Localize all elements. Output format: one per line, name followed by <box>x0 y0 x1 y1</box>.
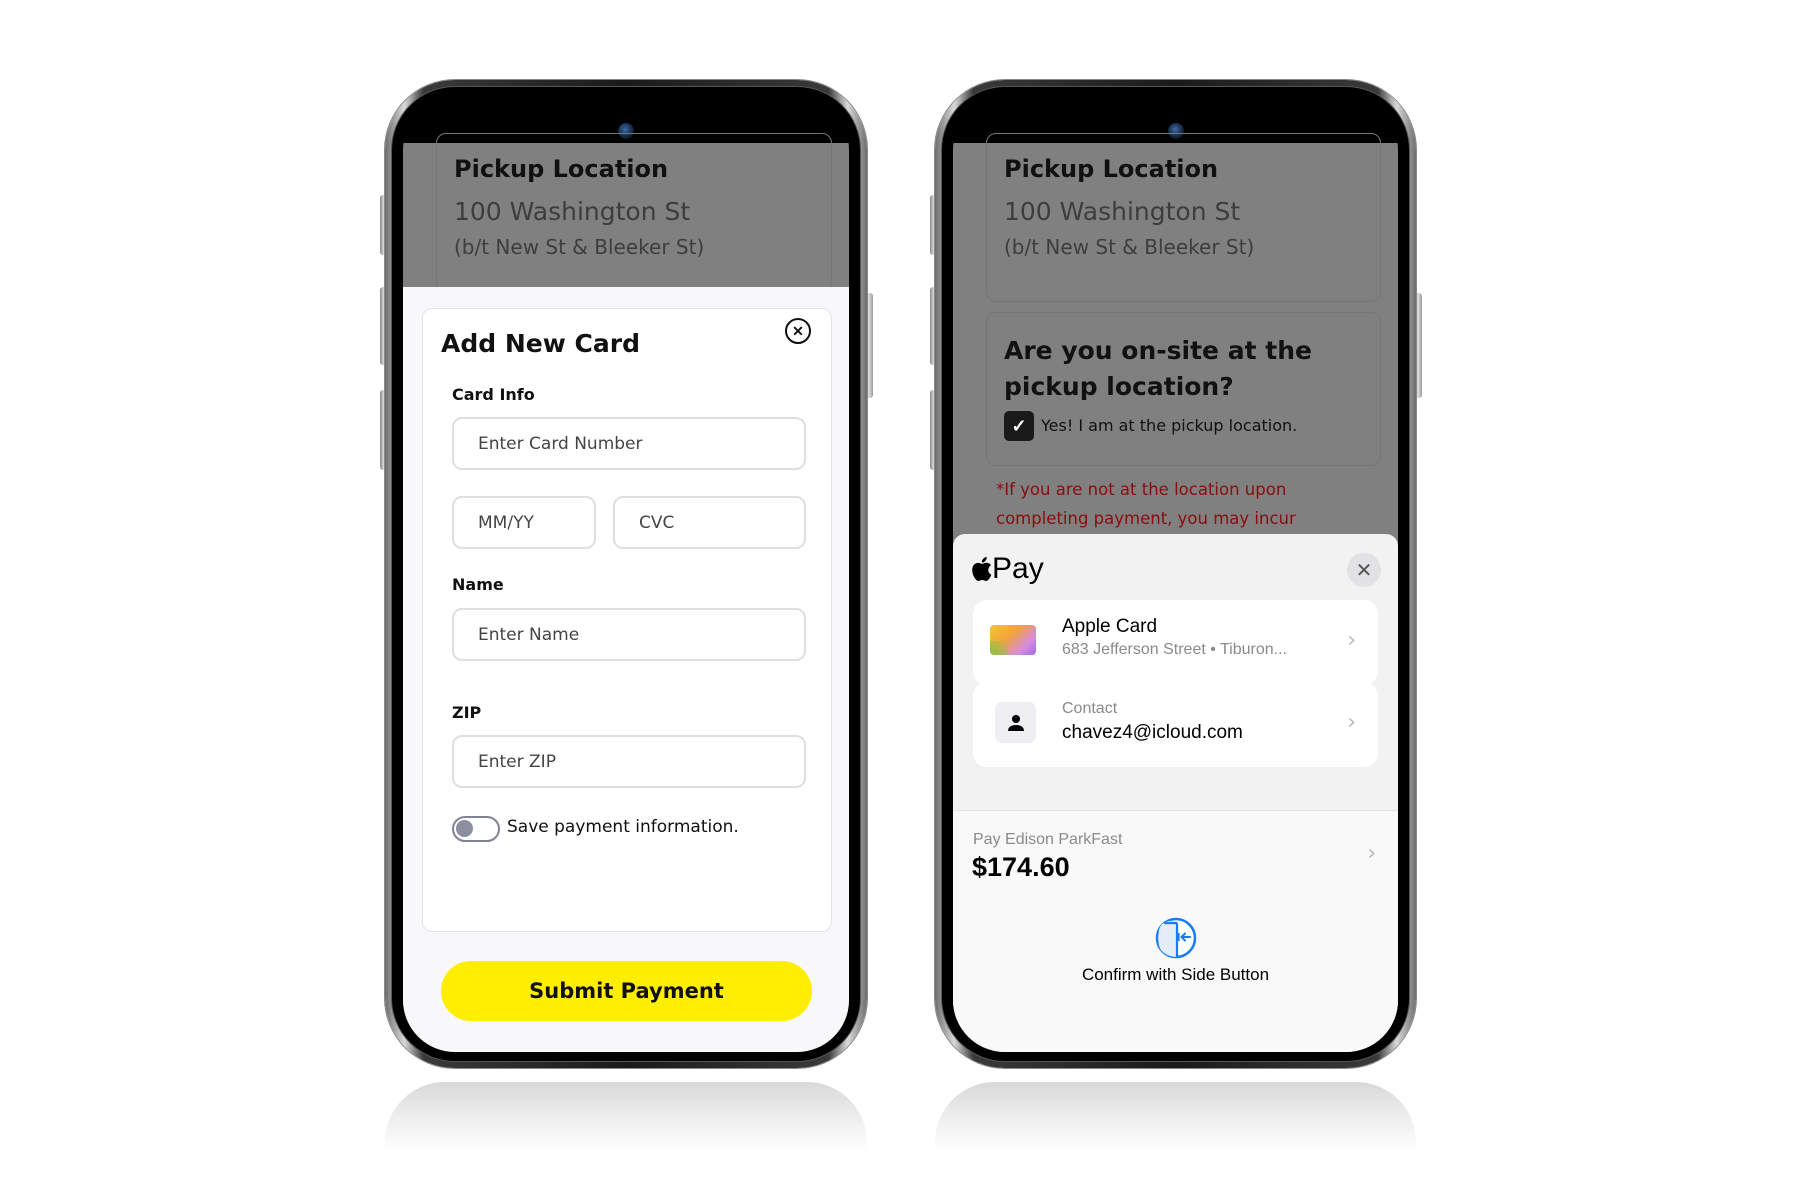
apple-pay-text: Pay <box>992 552 1044 585</box>
apple-logo-icon <box>972 557 992 581</box>
save-payment-toggle[interactable] <box>452 816 500 842</box>
contact-email: chavez4@icloud.com <box>1062 722 1243 743</box>
onsite-checkbox[interactable]: ✓ <box>1004 411 1034 441</box>
card-name: Apple Card <box>1062 616 1158 637</box>
add-card-modal: Add New Card ✕ Card Info Enter Card Numb… <box>403 287 849 1052</box>
close-circle-icon[interactable]: ✕ <box>785 318 811 344</box>
payment-card-row[interactable]: Apple Card 683 Jefferson Street • Tiburo… <box>973 600 1378 685</box>
contact-row[interactable]: Contact chavez4@icloud.com › <box>973 682 1378 767</box>
merchant-label: Pay Edison ParkFast <box>973 831 1123 848</box>
apple-pay-logo: Pay <box>972 552 1044 586</box>
card-billing-address: 683 Jefferson Street • Tiburon... <box>1062 641 1287 658</box>
right-phone-frame: Pickup Location 100 Washington St (b/t N… <box>935 80 1416 1068</box>
card-number-input[interactable]: Enter Card Number <box>452 417 806 470</box>
left-phone-reflection <box>385 1082 867 1152</box>
pickup-cross-streets: (b/t New St & Bleeker St) <box>1004 235 1255 259</box>
apple-card-image <box>990 625 1036 655</box>
toggle-knob <box>456 820 473 837</box>
left-phone-frame: Pickup Location 100 Washington St (b/t N… <box>385 80 867 1068</box>
pickup-cross-streets: (b/t New St & Bleeker St) <box>454 235 705 259</box>
expiry-input[interactable]: MM/YY <box>452 496 596 549</box>
save-payment-label: Save payment information. <box>507 817 739 837</box>
contact-label: Contact <box>1062 700 1118 717</box>
zip-label: ZIP <box>452 703 482 722</box>
pay-merchant-row[interactable]: Pay Edison ParkFast $174.60 › <box>953 810 1398 910</box>
apple-pay-sheet: Pay ✕ Apple Card 683 Jefferson Street • … <box>953 534 1398 1052</box>
pay-amount: $174.60 <box>972 852 1070 882</box>
confirm-label: Confirm with Side Button <box>1081 965 1270 984</box>
submit-payment-button[interactable]: Submit Payment <box>441 961 812 1021</box>
name-input[interactable]: Enter Name <box>452 608 806 661</box>
onsite-question: Are you on-site at the pickup location? <box>1004 336 1312 401</box>
chevron-right-icon: › <box>1347 628 1356 653</box>
modal-title: Add New Card <box>441 329 640 358</box>
chevron-right-icon: › <box>1347 710 1356 735</box>
pickup-address: 100 Washington St <box>454 197 691 226</box>
left-phone-screen: Pickup Location 100 Washington St (b/t N… <box>403 98 849 1052</box>
pickup-location-title: Pickup Location <box>454 155 669 183</box>
warning-text: *If you are not at the location upon com… <box>996 480 1296 528</box>
right-phone-reflection <box>935 1082 1416 1152</box>
chevron-right-icon: › <box>1367 841 1376 866</box>
side-button-icon <box>1155 917 1196 959</box>
pickup-location-title: Pickup Location <box>1004 155 1219 183</box>
pickup-address: 100 Washington St <box>1004 197 1241 226</box>
zip-input[interactable]: Enter ZIP <box>452 735 806 788</box>
right-phone-screen: Pickup Location 100 Washington St (b/t N… <box>953 98 1398 1052</box>
card-info-label: Card Info <box>452 385 535 404</box>
confirm-area: Confirm with Side Button <box>953 909 1398 1052</box>
close-icon[interactable]: ✕ <box>1347 553 1381 587</box>
card-form: Add New Card ✕ Card Info Enter Card Numb… <box>422 308 832 932</box>
onsite-checkbox-label: Yes! I am at the pickup location. <box>1041 416 1298 435</box>
person-icon <box>995 702 1036 743</box>
name-label: Name <box>452 575 504 594</box>
cvc-input[interactable]: CVC <box>613 496 806 549</box>
